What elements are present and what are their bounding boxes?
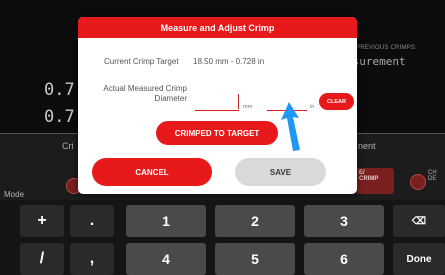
measured-diameter-row: Actual Measured Crimp Diameter mm in CLE… (78, 83, 357, 113)
key-4[interactable]: 4 (126, 243, 206, 275)
backspace-key[interactable]: ⌫ (393, 205, 445, 237)
dialog-title: Measure and Adjust Crimp (78, 17, 357, 38)
measure-adjust-crimp-dialog: Measure and Adjust Crimp Current Crimp T… (78, 17, 357, 194)
cancel-button[interactable]: CANCEL (92, 158, 212, 186)
background-section-left: Cri (62, 141, 74, 151)
key-slash[interactable]: / (20, 243, 64, 275)
done-key[interactable]: Done (393, 243, 445, 275)
key-comma[interactable]: , (70, 243, 114, 275)
key-1[interactable]: 1 (126, 205, 206, 237)
key-6[interactable]: 6 (304, 243, 384, 275)
mm-input[interactable] (195, 97, 239, 111)
key-2[interactable]: 2 (215, 205, 295, 237)
previous-crimps-label: PREVIOUS CRIMPS: (356, 45, 417, 51)
measured-diameter-label: Actual Measured Crimp Diameter (103, 84, 187, 103)
save-button[interactable]: SAVE (235, 158, 326, 186)
crimped-to-target-button[interactable]: CRIMPED TO TARGET (156, 121, 278, 145)
pointer-arrow-icon (281, 102, 300, 151)
current-target-value: 18.50 mm - 0.728 in (193, 57, 265, 66)
background-mode-label: Mode (4, 190, 25, 199)
background-value-2: 0.7 (44, 107, 75, 127)
key-plus[interactable]: + (20, 205, 64, 237)
background-chip: E/ CRIMP (356, 168, 394, 194)
numeric-keyboard: + . 1 2 3 ⌫ / , 4 5 6 Done (0, 200, 445, 275)
background-icon-right (410, 174, 426, 190)
key-period[interactable]: . (70, 205, 114, 237)
background-value-1: 0.7 (44, 80, 75, 100)
key-5[interactable]: 5 (215, 243, 295, 275)
background-section-right: nent (358, 141, 376, 151)
key-3[interactable]: 3 (304, 205, 384, 237)
text-cursor (238, 94, 239, 109)
current-target-label: Current Crimp Target (104, 57, 179, 66)
mm-unit-label: mm (243, 104, 253, 110)
clear-button[interactable]: CLEAR (319, 93, 354, 110)
inch-unit-label: in (310, 104, 315, 110)
background-side-text: CH DE (428, 170, 437, 182)
